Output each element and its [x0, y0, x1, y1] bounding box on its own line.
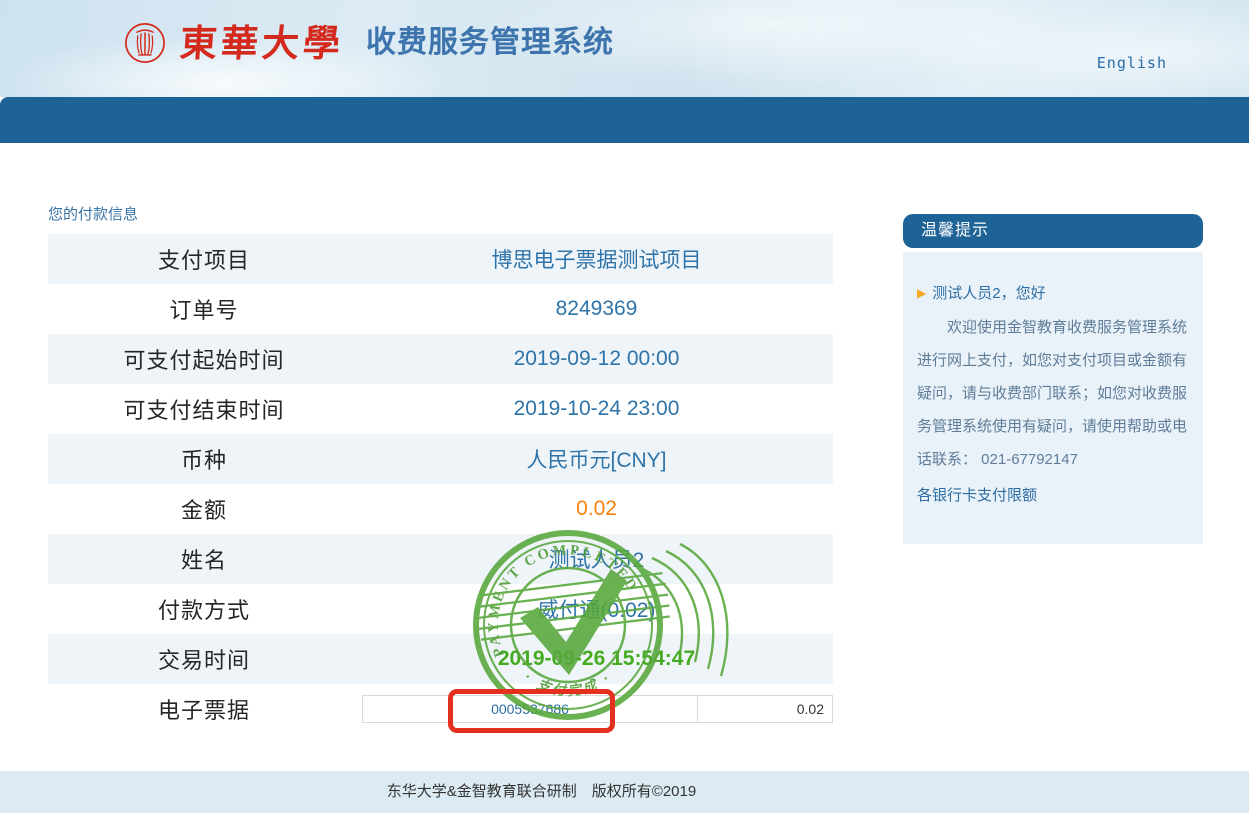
receipt-inner-table: 0005537686 0.02 — [362, 695, 833, 723]
payment-info-table: 支付项目 博思电子票据测试项目 订单号 8249369 可支付起始时间 2019… — [48, 234, 833, 734]
row-value: 人民币元[CNY] — [360, 444, 833, 474]
receipt-amount: 0.02 — [698, 696, 832, 722]
row-value: 博思电子票据测试项目 — [360, 244, 833, 274]
row-label: 币种 — [48, 443, 360, 475]
row-value: 威付通(0.02) — [360, 594, 833, 624]
row-label: 可支付结束时间 — [48, 393, 360, 425]
university-name: 東華大學 — [178, 20, 345, 66]
row-label: 支付项目 — [48, 243, 360, 275]
row-label: 金额 — [48, 493, 360, 525]
row-value: 测试人员2 — [360, 544, 833, 574]
row-value: 0.02 — [360, 497, 833, 521]
main-content: 您的付款信息 支付项目 博思电子票据测试项目 订单号 8249369 可支付起始… — [0, 143, 1249, 771]
row-label: 付款方式 — [48, 593, 360, 625]
row-value: 2019-09-26 15:54:47 — [360, 647, 833, 671]
table-row: 姓名 测试人员2 — [48, 534, 833, 584]
table-row: 付款方式 威付通(0.02) — [48, 584, 833, 634]
table-row: 可支付结束时间 2019-10-24 23:00 — [48, 384, 833, 434]
system-title: 收费服务管理系统 — [366, 20, 614, 66]
row-value: 0005537686 0.02 — [360, 695, 833, 723]
table-row: 金额 0.02 — [48, 484, 833, 534]
row-label: 订单号 — [48, 293, 360, 325]
payment-rows: 支付项目 博思电子票据测试项目 订单号 8249369 可支付起始时间 2019… — [48, 234, 833, 684]
tips-sidebar-title: 温馨提示 — [903, 214, 1203, 248]
row-label: 可支付起始时间 — [48, 343, 360, 375]
tips-sidebar-body: ▶ 测试人员2，您好 欢迎使用金智教育收费服务管理系统进行网上支付，如您对支付项… — [903, 252, 1203, 544]
receipt-number[interactable]: 0005537686 — [363, 696, 698, 722]
arrow-right-icon: ▶ — [917, 286, 926, 300]
row-value: 2019-09-12 00:00 — [360, 347, 833, 371]
table-row: 币种 人民币元[CNY] — [48, 434, 833, 484]
english-language-link[interactable]: English — [1097, 54, 1167, 72]
table-row-receipt: 电子票据 0005537686 0.02 — [48, 684, 833, 734]
page: 東華大學 收费服务管理系统 English 您的付款信息 支付项目 博思电子票据… — [0, 0, 1249, 813]
row-value: 2019-10-24 23:00 — [360, 397, 833, 421]
tips-sidebar: 温馨提示 ▶ 测试人员2，您好 欢迎使用金智教育收费服务管理系统进行网上支付，如… — [903, 214, 1203, 544]
brand: 東華大學 收费服务管理系统 — [124, 20, 614, 66]
user-greeting: ▶ 测试人员2，您好 — [917, 282, 1189, 303]
university-seal-icon — [124, 22, 166, 64]
tips-message: 欢迎使用金智教育收费服务管理系统进行网上支付，如您对支付项目或金额有疑问，请与收… — [917, 311, 1189, 476]
row-value: 8249369 — [360, 297, 833, 321]
row-label: 电子票据 — [48, 693, 360, 725]
table-row: 可支付起始时间 2019-09-12 00:00 — [48, 334, 833, 384]
table-row: 支付项目 博思电子票据测试项目 — [48, 234, 833, 284]
bank-card-limit-link[interactable]: 各银行卡支付限额 — [917, 479, 1037, 512]
main-nav-bar — [0, 97, 1249, 143]
user-greeting-text: 测试人员2，您好 — [932, 282, 1045, 303]
table-row: 交易时间 2019-09-26 15:54:47 — [48, 634, 833, 684]
page-footer: 东华大学&金智教育联合研制 版权所有©2019 — [0, 771, 1249, 813]
page-header: 東華大學 收费服务管理系统 English — [0, 0, 1249, 97]
copyright-text: 东华大学&金智教育联合研制 版权所有©2019 — [0, 771, 1083, 813]
section-title: 您的付款信息 — [48, 203, 138, 224]
table-row: 订单号 8249369 — [48, 284, 833, 334]
row-label: 姓名 — [48, 543, 360, 575]
row-label: 交易时间 — [48, 643, 360, 675]
